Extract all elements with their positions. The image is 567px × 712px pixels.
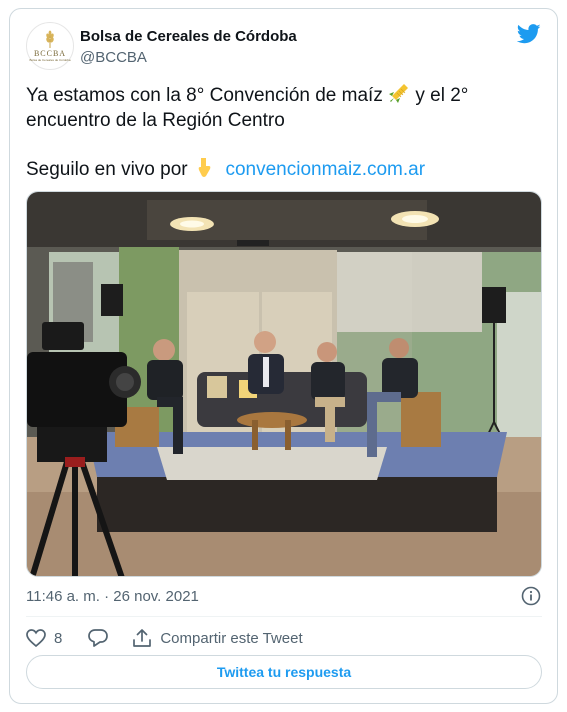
tweet-text-part: Ya estamos con la 8° Convención de maíz — [26, 85, 389, 106]
like-count: 8 — [54, 629, 63, 647]
share-upload-icon — [133, 629, 152, 647]
convention-link[interactable]: convencionmaiz.com.ar — [225, 159, 425, 180]
tweet-actions: 8 Compartir este Tweet — [26, 627, 319, 649]
like-button[interactable]: 8 — [26, 629, 72, 647]
tweet-photo[interactable] — [26, 191, 542, 577]
avatar[interactable]: BCCBA Bolsa de Cereales de Córdoba — [26, 22, 74, 70]
tweet-line-1: Ya estamos con la 8° Convención de maíz … — [26, 82, 546, 108]
tweet-text: Ya estamos con la 8° Convención de maíz … — [26, 82, 546, 182]
corn-emoji-icon — [389, 84, 409, 103]
account-name[interactable]: Bolsa de Cereales de Córdoba — [80, 28, 297, 45]
wheat-logo-icon — [46, 30, 54, 48]
tweet-text-part: y el 2° — [410, 85, 469, 106]
share-button[interactable]: Compartir este Tweet — [132, 628, 303, 648]
tweet-card: BCCBA Bolsa de Cereales de Córdoba Bolsa… — [9, 8, 558, 704]
account-handle[interactable]: @BCCBA — [80, 49, 147, 66]
convention-stage-photo — [27, 192, 541, 576]
tweet-text-part: Seguilo en vivo por — [26, 159, 193, 180]
tweet-timestamp[interactable]: 11:46 a. m. · 26 nov. 2021 — [26, 588, 199, 605]
share-label: Compartir este Tweet — [160, 629, 303, 647]
reply-icon-button[interactable] — [88, 629, 116, 647]
reply-bubble-icon — [88, 629, 109, 647]
tweet-line-3: Seguilo en vivo por convencionmaiz.com.a… — [26, 156, 546, 182]
heart-icon — [26, 629, 46, 647]
reply-button[interactable]: Twittea tu respuesta — [26, 655, 542, 689]
divider — [26, 616, 542, 617]
pointing-down-emoji-icon — [198, 158, 211, 177]
avatar-tagline: Bolsa de Cereales de Córdoba — [29, 58, 71, 62]
info-icon[interactable] — [521, 586, 541, 606]
tweet-line-2: encuentro de la Región Centro — [26, 110, 285, 131]
twitter-bird-icon[interactable] — [517, 24, 541, 44]
avatar-abbr: BCCBA — [33, 49, 67, 58]
